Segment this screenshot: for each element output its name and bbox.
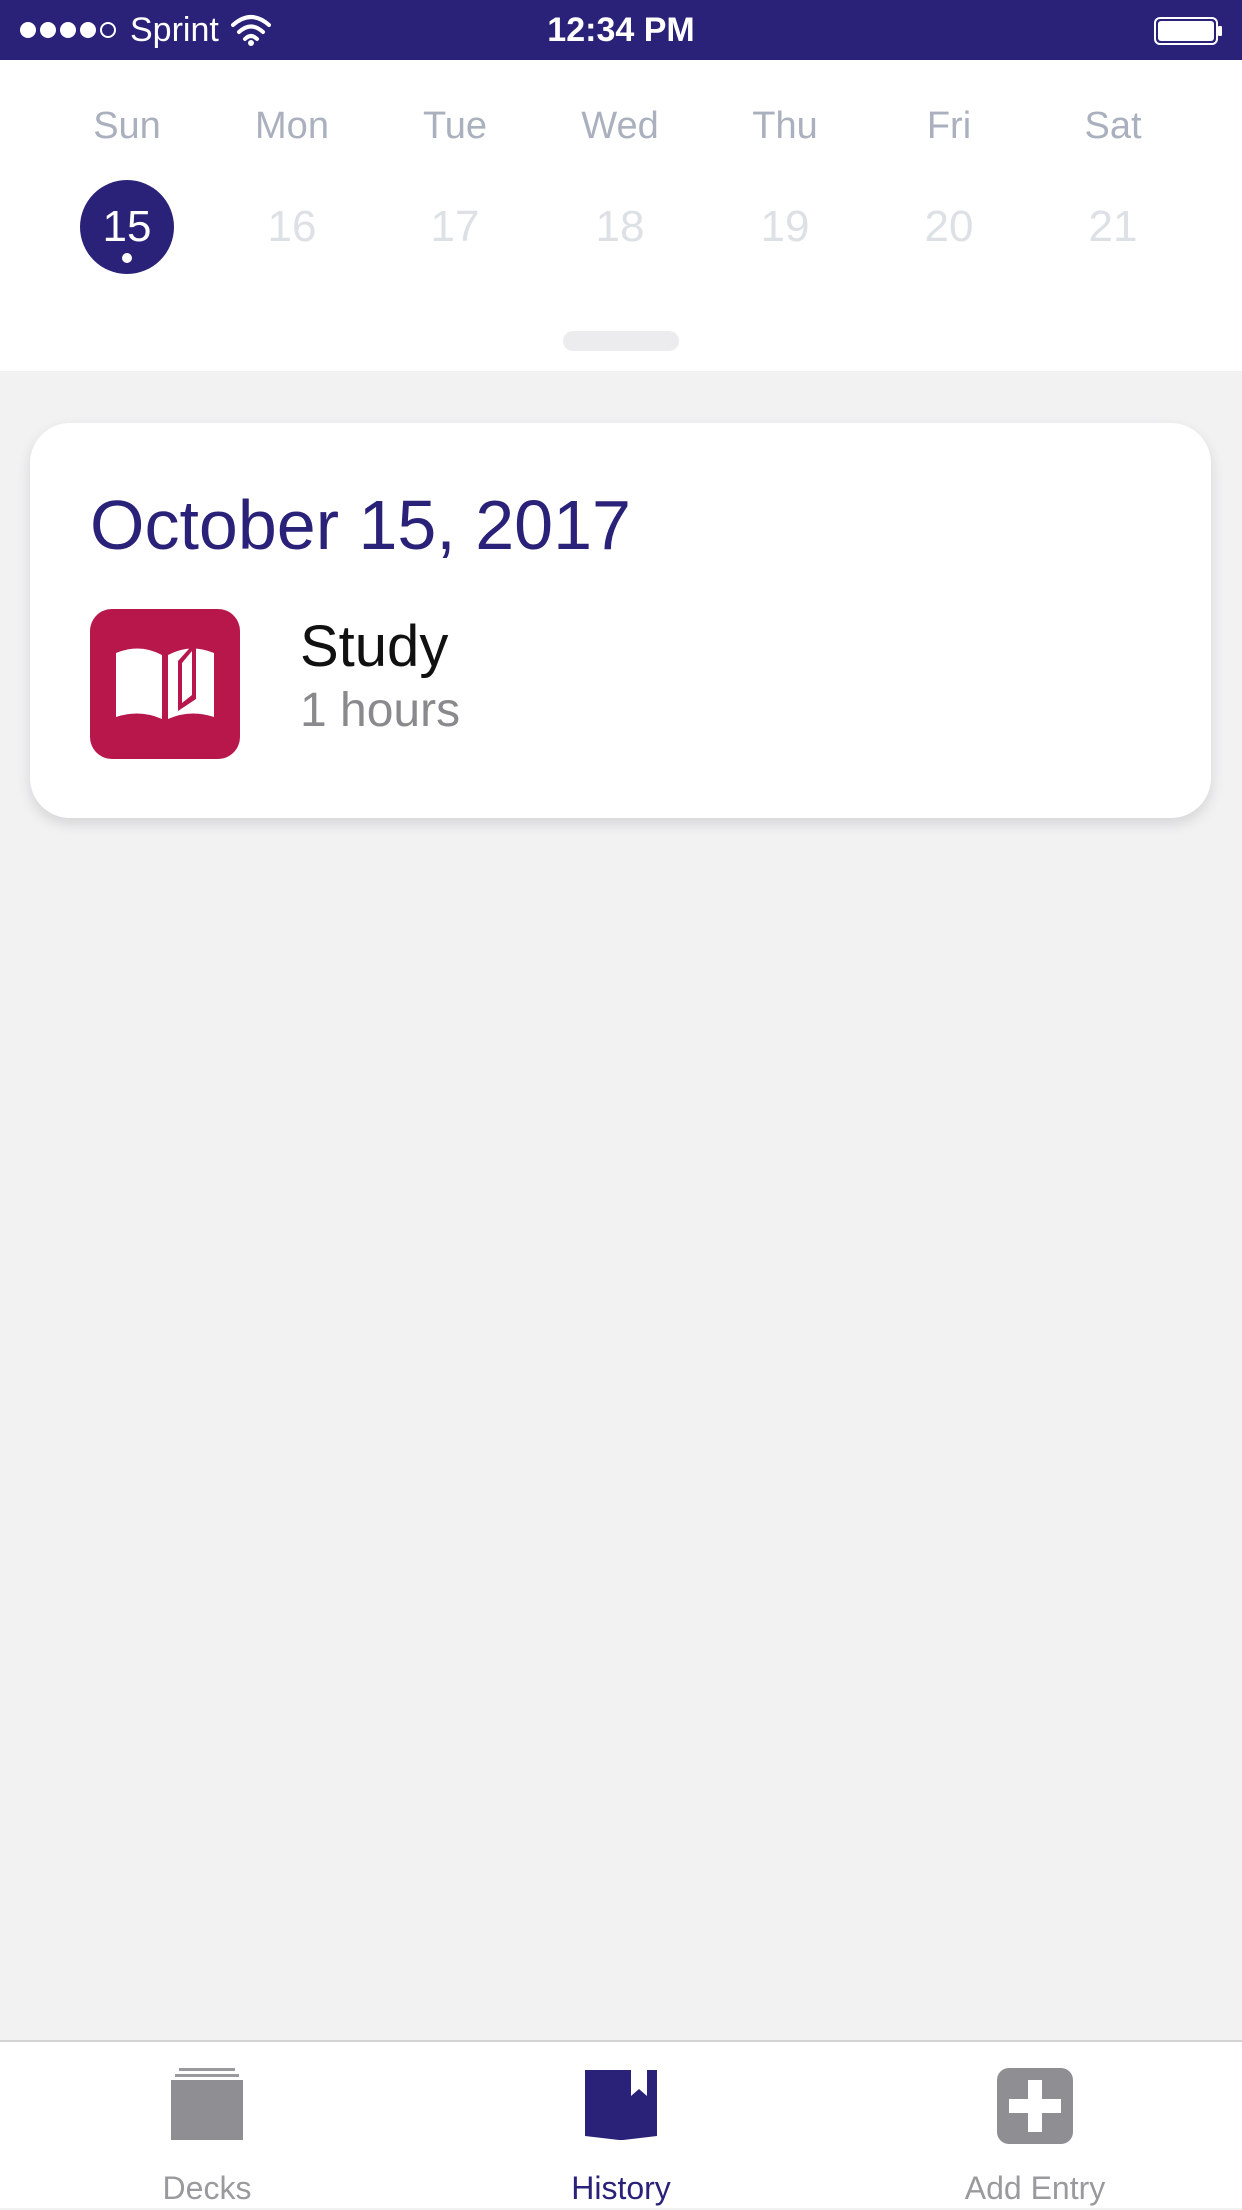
battery-icon (1154, 17, 1222, 45)
day-name: Sat (1084, 105, 1142, 147)
event-indicator-dot (122, 253, 132, 263)
day-name: Wed (581, 105, 659, 147)
tab-add-entry[interactable]: Add Entry (828, 2042, 1242, 2210)
day-number[interactable]: 19 (738, 180, 832, 274)
history-book-icon (585, 2070, 657, 2140)
tab-label: Decks (162, 2170, 252, 2206)
day-name: Mon (255, 105, 329, 147)
day-name: Thu (752, 105, 818, 147)
day-number[interactable]: 17 (408, 180, 502, 274)
status-bar: Sprint 12:34 PM (0, 0, 1242, 60)
activity-duration: 1 hours (300, 684, 461, 737)
day-number[interactable]: 21 (1066, 180, 1160, 274)
day-number[interactable]: 16 (245, 180, 339, 274)
add-entry-icon (997, 2068, 1073, 2144)
day-name: Sun (93, 105, 161, 147)
activity-name: Study (300, 614, 449, 679)
tab-label: History (571, 2170, 671, 2206)
drag-handle[interactable] (563, 331, 679, 351)
entry-date: October 15, 2017 (90, 486, 631, 564)
day-name: Tue (422, 105, 488, 147)
status-time: 12:34 PM (547, 11, 695, 49)
day-name: Fri (926, 105, 972, 147)
tab-bar: Decks History Add Entry (0, 2040, 1242, 2208)
day-number[interactable]: 20 (902, 180, 996, 274)
tab-history[interactable]: History (414, 2042, 828, 2210)
history-entry-card[interactable]: October 15, 2017 Study 1 hours (30, 423, 1211, 818)
week-calendar: Sun 15 Mon 16 Tue 17 Wed 18 Thu 19 Fri 2… (0, 60, 1242, 371)
day-number[interactable]: 18 (573, 180, 667, 274)
decks-icon (171, 2068, 243, 2140)
open-book-icon (90, 609, 240, 759)
tab-decks[interactable]: Decks (0, 2042, 414, 2210)
tab-label: Add Entry (964, 2170, 1106, 2206)
